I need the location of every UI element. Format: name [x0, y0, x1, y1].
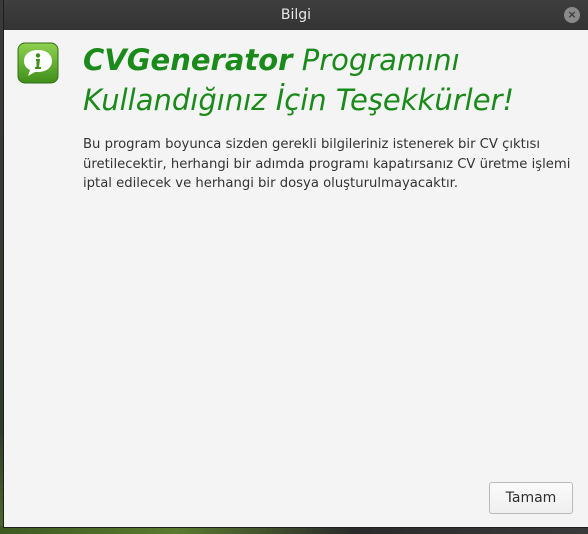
title-bar[interactable]: Bilgi × — [4, 0, 588, 30]
dialog-message: Bu program boyunca sizden gerekli bilgil… — [83, 137, 571, 191]
desktop-background-bottom — [0, 526, 588, 534]
heading-line2: Kullandığınız İçin Teşekkürler! — [83, 83, 515, 117]
heading-app-name: CVGenerator — [83, 43, 293, 77]
info-dialog-window: Bilgi × CVGenerator Programını Kullandığ… — [4, 0, 588, 527]
info-speech-bubble-icon — [17, 42, 59, 84]
window-title: Bilgi — [280, 7, 312, 23]
ok-button[interactable]: Tamam — [489, 482, 573, 514]
dialog-heading: CVGenerator Programını Kullandığınız İçi… — [83, 40, 573, 120]
close-button[interactable]: × — [564, 7, 580, 23]
close-icon: × — [567, 8, 577, 21]
heading-line1-rest: Programını — [292, 43, 460, 77]
